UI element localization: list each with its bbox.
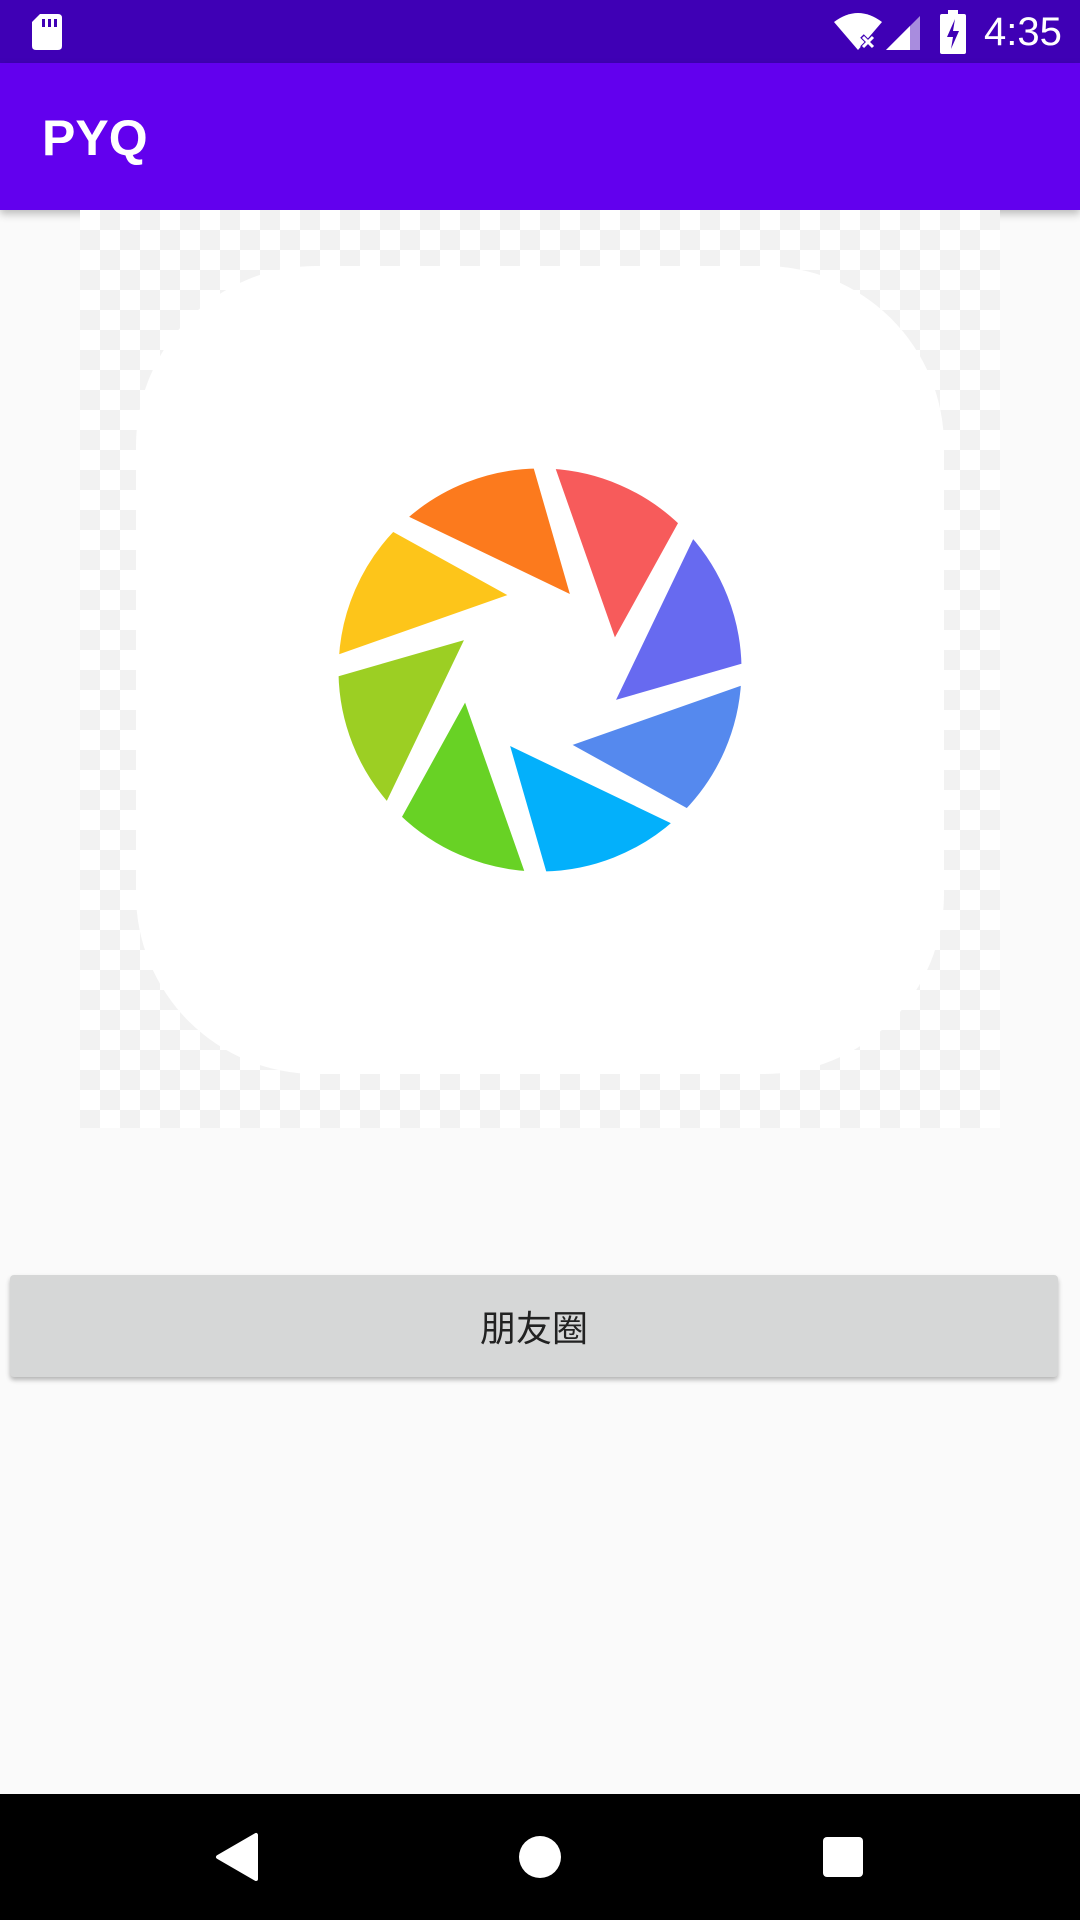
- battery-charging-icon: [940, 10, 966, 54]
- navigation-bar: [0, 1794, 1080, 1920]
- app-icon-tile: [136, 266, 944, 1074]
- moments-button[interactable]: 朋友圈: [10, 1275, 1058, 1377]
- back-icon[interactable]: [204, 1824, 270, 1890]
- app-title: PYQ: [42, 110, 148, 166]
- recents-icon[interactable]: [810, 1824, 876, 1890]
- image-preview: [80, 210, 1000, 1128]
- aperture-logo-icon: [331, 461, 749, 879]
- status-clock: 4:35: [984, 10, 1062, 54]
- signal-icon: [886, 16, 920, 50]
- home-icon[interactable]: [507, 1824, 573, 1890]
- status-bar: 4:35: [0, 0, 1080, 63]
- wifi-off-icon: [834, 13, 882, 50]
- app-bar: PYQ: [0, 63, 1080, 210]
- sd-card-icon: [32, 14, 62, 50]
